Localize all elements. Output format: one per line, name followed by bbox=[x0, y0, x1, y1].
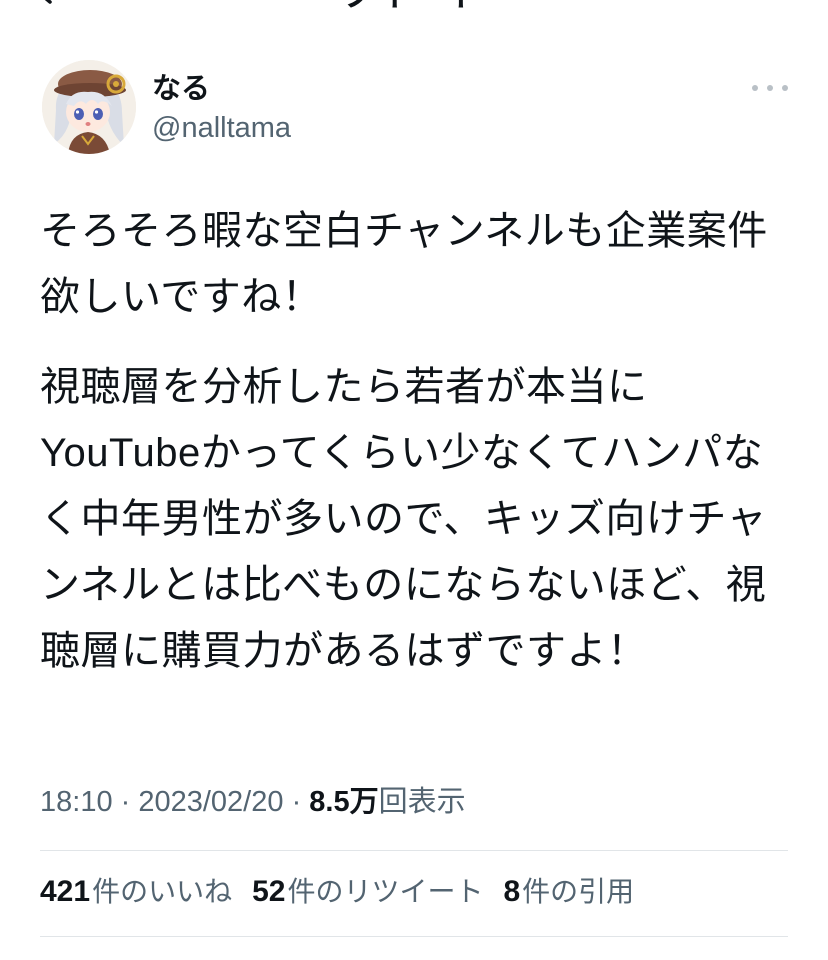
avatar[interactable] bbox=[42, 60, 136, 154]
tweet-date[interactable]: 2023/02/20 bbox=[138, 786, 283, 818]
retweets-label: 件のリツイート bbox=[287, 876, 484, 907]
tweet-paragraph-1: そろそろ暇な空白チャンネルも企業案件欲しいですね！ bbox=[40, 209, 768, 319]
more-dots-icon bbox=[752, 85, 758, 91]
likes-count: 421 bbox=[40, 875, 91, 908]
likes-label: 件のいいね bbox=[92, 876, 233, 907]
meta-separator: · bbox=[112, 786, 139, 818]
tweet-meta: 18:10 · 2023/02/20 · 8.5万回表示 bbox=[40, 782, 466, 822]
divider bbox=[40, 850, 788, 851]
quotes-stat[interactable]: 8 件の引用 bbox=[503, 872, 634, 912]
user-handle[interactable]: @nalltama bbox=[152, 110, 291, 146]
tweet-text: そろそろ暇な空白チャンネルも企業案件欲しいですね！ 視聴層を分析したら若者が本当… bbox=[40, 198, 800, 684]
avatar-illustration bbox=[42, 60, 136, 154]
divider bbox=[40, 936, 788, 937]
top-navigation: ツイート bbox=[0, 0, 828, 18]
more-dot bbox=[782, 85, 788, 91]
display-name[interactable]: なる bbox=[152, 70, 210, 106]
quotes-count: 8 bbox=[503, 875, 521, 908]
retweets-count: 52 bbox=[252, 875, 286, 908]
engagement-stats: 421 件のいいね 52 件のリツイート 8 件の引用 bbox=[40, 872, 654, 912]
views-count: 8.5万 bbox=[309, 786, 379, 818]
chevron-left-icon[interactable] bbox=[30, 0, 58, 6]
quotes-label: 件の引用 bbox=[522, 876, 635, 907]
likes-stat[interactable]: 421 件のいいね bbox=[40, 872, 232, 912]
tweet-paragraph-2: 視聴層を分析したら若者が本当にYouTubeかってくらい少なくてハンパなく中年男… bbox=[40, 365, 767, 673]
views-label: 回表示 bbox=[378, 786, 466, 818]
more-dot bbox=[767, 85, 773, 91]
nav-title: ツイート bbox=[340, 0, 484, 12]
meta-separator: · bbox=[283, 786, 310, 818]
retweets-stat[interactable]: 52 件のリツイート bbox=[252, 872, 483, 912]
tweet-time[interactable]: 18:10 bbox=[40, 786, 113, 818]
more-options-button[interactable] bbox=[752, 78, 788, 98]
